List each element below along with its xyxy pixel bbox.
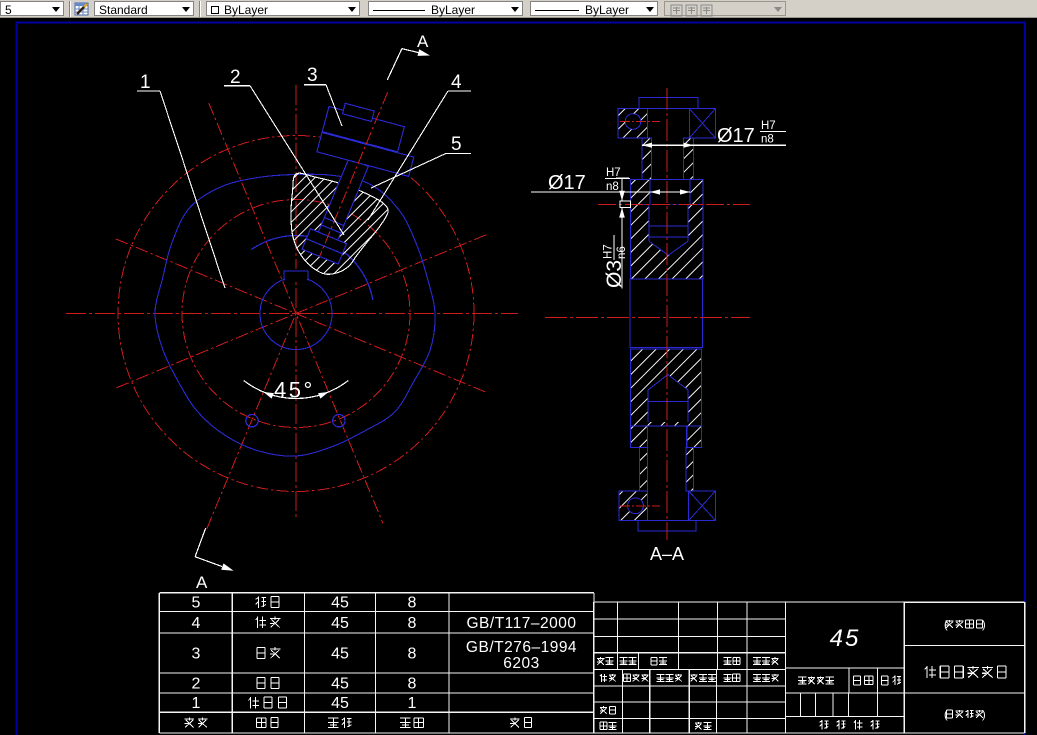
svg-text:Ø3: Ø3 xyxy=(603,260,626,288)
svg-text:H7: H7 xyxy=(606,167,621,179)
svg-text:): ) xyxy=(982,619,986,631)
svg-text:45: 45 xyxy=(331,595,349,612)
svg-text:GB/T276–1994: GB/T276–1994 xyxy=(466,639,577,656)
svg-text:5: 5 xyxy=(192,595,201,612)
svg-text:1: 1 xyxy=(140,72,151,93)
svg-text:8: 8 xyxy=(408,676,417,693)
svg-text:A: A xyxy=(417,32,429,51)
svg-text:45: 45 xyxy=(331,646,349,663)
svg-text:45: 45 xyxy=(830,625,861,652)
svg-text:45°: 45° xyxy=(274,378,315,403)
svg-text:n6: n6 xyxy=(616,246,628,259)
svg-text:8: 8 xyxy=(408,615,417,632)
svg-text:45: 45 xyxy=(331,676,349,693)
svg-text:A: A xyxy=(196,573,208,592)
svg-text:Ø17: Ø17 xyxy=(717,125,755,147)
svg-text:n8: n8 xyxy=(761,134,774,146)
svg-text:): ) xyxy=(982,709,986,721)
svg-text:3: 3 xyxy=(192,646,201,663)
svg-text:A–A: A–A xyxy=(650,544,684,564)
svg-text:n8: n8 xyxy=(606,181,619,193)
svg-text:Ø17: Ø17 xyxy=(548,172,586,194)
svg-text:2: 2 xyxy=(230,67,241,88)
svg-text:6203: 6203 xyxy=(503,655,539,672)
svg-text:4: 4 xyxy=(192,615,201,632)
svg-text:3: 3 xyxy=(307,65,318,86)
svg-text:45: 45 xyxy=(331,615,349,632)
svg-text:5: 5 xyxy=(451,134,462,155)
svg-text:1: 1 xyxy=(408,695,417,712)
svg-text:8: 8 xyxy=(408,646,417,663)
svg-text:45: 45 xyxy=(331,695,349,712)
svg-text:8: 8 xyxy=(408,595,417,612)
svg-text:2: 2 xyxy=(192,676,201,693)
svg-text:H7: H7 xyxy=(761,120,776,132)
svg-text:1: 1 xyxy=(192,695,201,712)
svg-text:GB/T117–2000: GB/T117–2000 xyxy=(467,615,577,632)
svg-text:H7: H7 xyxy=(603,244,615,259)
svg-text:4: 4 xyxy=(451,72,462,93)
